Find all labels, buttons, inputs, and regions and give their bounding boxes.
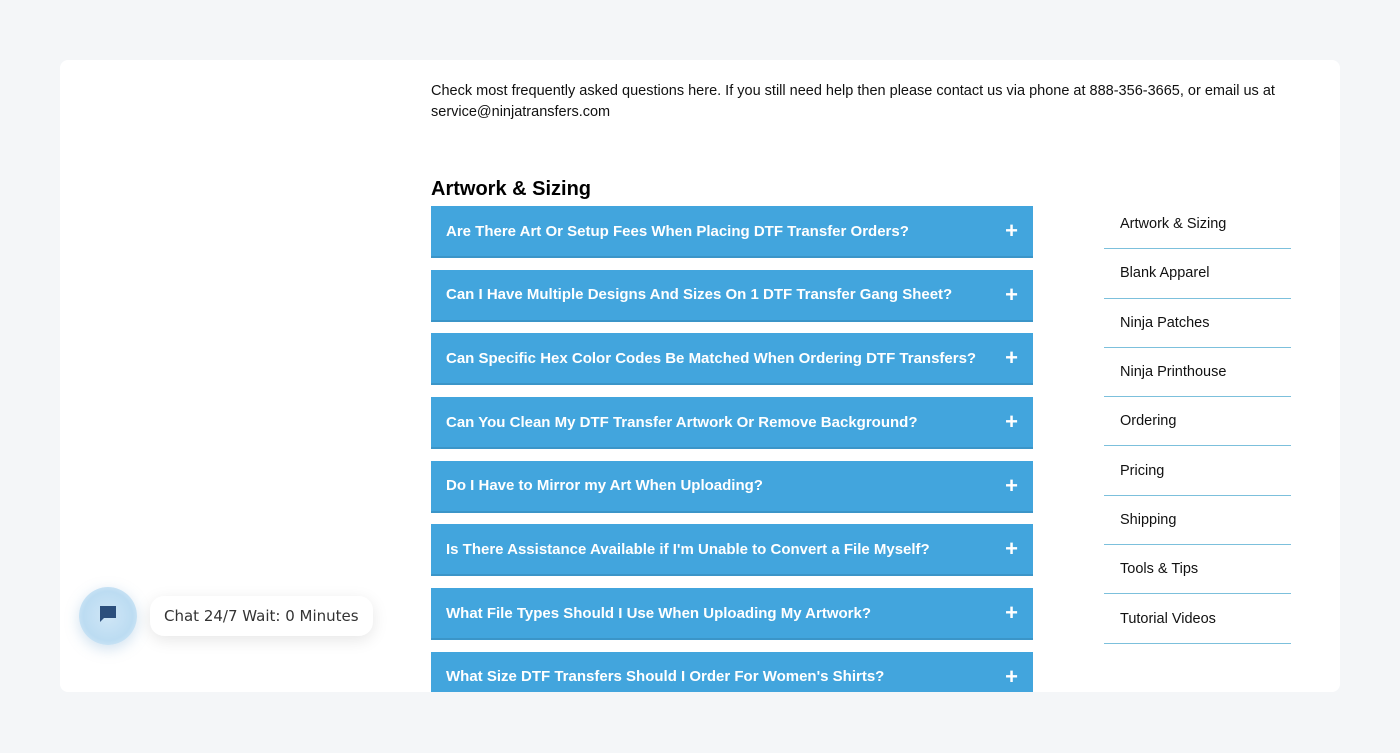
nav-item-tools-tips[interactable]: Tools & Tips [1104, 545, 1291, 595]
nav-item-tutorial-videos[interactable]: Tutorial Videos [1104, 594, 1291, 644]
faq-question: Can Specific Hex Color Codes Be Matched … [446, 349, 977, 367]
faq-item[interactable]: Are There Art Or Setup Fees When Placing… [431, 206, 1033, 258]
chat-bubble-icon [98, 604, 118, 629]
faq-accordion: Are There Art Or Setup Fees When Placing… [431, 206, 1033, 692]
faq-item[interactable]: Is There Assistance Available if I'm Una… [431, 524, 1033, 577]
faq-item[interactable]: What Size DTF Transfers Should I Order F… [431, 651, 1033, 692]
faq-item[interactable]: Can I Have Multiple Designs And Sizes On… [431, 269, 1033, 322]
faq-question: What File Types Should I Use When Upload… [446, 604, 872, 622]
nav-item-artwork-sizing[interactable]: Artwork & Sizing [1104, 200, 1291, 250]
plus-icon[interactable]: + [1005, 665, 1018, 688]
chat-launcher-button[interactable] [79, 587, 137, 645]
nav-item-shipping[interactable]: Shipping [1104, 496, 1291, 546]
section-title: Artwork & Sizing [431, 178, 592, 200]
plus-icon[interactable]: + [1005, 347, 1018, 369]
nav-item-blank-apparel[interactable]: Blank Apparel [1104, 249, 1291, 299]
plus-icon[interactable]: + [1005, 538, 1018, 560]
plus-icon[interactable]: + [1005, 411, 1018, 433]
plus-icon[interactable]: + [1005, 474, 1018, 497]
intro-text: Check most frequently asked questions he… [431, 83, 1275, 120]
plus-icon[interactable]: + [1005, 220, 1018, 242]
faq-question: Do I Have to Mirror my Art When Uploadin… [446, 477, 763, 495]
plus-icon[interactable]: + [1005, 602, 1018, 624]
plus-icon[interactable]: + [1005, 283, 1018, 306]
faq-question: Is There Assistance Available if I'm Una… [446, 540, 930, 558]
category-nav: Artwork & Sizing Blank Apparel Ninja Pat… [1104, 200, 1291, 644]
nav-item-pricing[interactable]: Pricing [1104, 446, 1291, 496]
nav-item-ninja-printhouse[interactable]: Ninja Printhouse [1104, 348, 1291, 398]
nav-item-ordering[interactable]: Ordering [1104, 397, 1291, 447]
nav-item-ninja-patches[interactable]: Ninja Patches [1104, 299, 1291, 348]
faq-question: Can You Clean My DTF Transfer Artwork Or… [446, 413, 918, 431]
faq-item[interactable]: Can You Clean My DTF Transfer Artwork Or… [431, 397, 1033, 450]
faq-item[interactable]: Can Specific Hex Color Codes Be Matched … [431, 333, 1033, 386]
faq-question: Are There Art Or Setup Fees When Placing… [446, 222, 909, 240]
faq-question: What Size DTF Transfers Should I Order F… [446, 668, 885, 686]
faq-item[interactable]: What File Types Should I Use When Upload… [431, 588, 1033, 641]
chat-status-label[interactable]: Chat 24/7 Wait: 0 Minutes [150, 596, 373, 636]
faq-question: Can I Have Multiple Designs And Sizes On… [446, 286, 953, 304]
faq-item[interactable]: Do I Have to Mirror my Art When Uploadin… [431, 460, 1033, 513]
